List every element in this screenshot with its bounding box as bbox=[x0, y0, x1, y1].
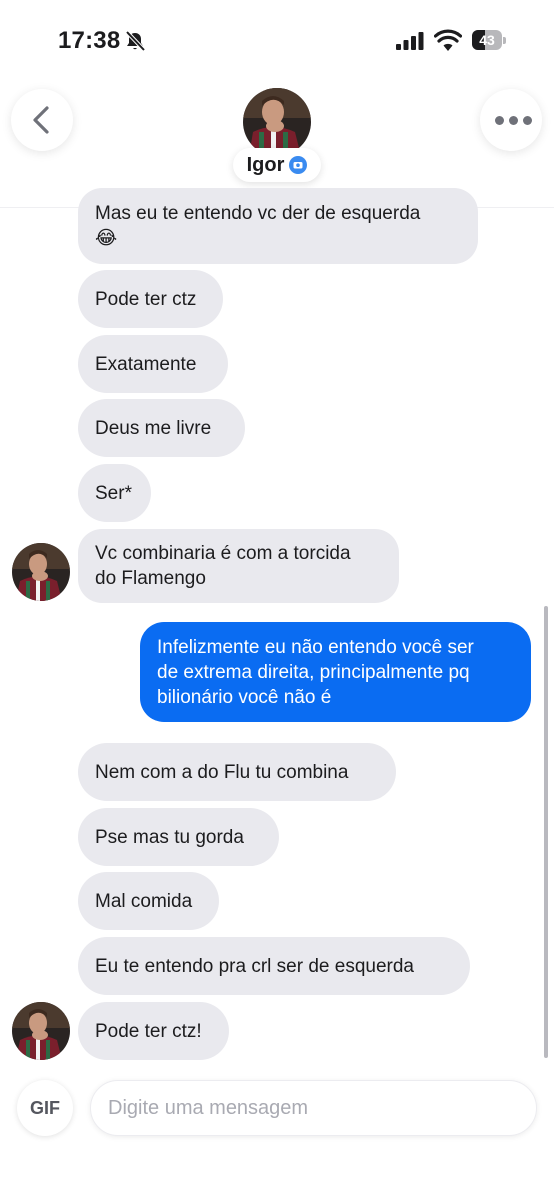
message-text: Vc combinaria é com a torcida do Flameng… bbox=[95, 543, 351, 589]
message-text: Infelizmente eu não entendo você ser de … bbox=[157, 636, 474, 708]
message-text: Pse mas tu gorda bbox=[95, 826, 244, 848]
scrollbar[interactable] bbox=[544, 606, 548, 1058]
bell-slash-icon bbox=[125, 30, 146, 52]
message-bubble-incoming[interactable]: Ser* bbox=[78, 464, 151, 522]
message-bubble-incoming[interactable]: Exatamente bbox=[78, 335, 228, 393]
status-time: 17:38 bbox=[58, 27, 121, 54]
wifi-icon bbox=[434, 29, 462, 51]
message-bubble-incoming[interactable]: Eu te entendo pra crl ser de esquerda bbox=[78, 937, 470, 995]
message-bubble-incoming[interactable]: Nem com a do Flu tu combina bbox=[78, 743, 396, 801]
chevron-left-icon bbox=[33, 106, 49, 134]
message-text: Eu te entendo pra crl ser de esquerda bbox=[95, 955, 414, 977]
cellular-signal-icon bbox=[396, 32, 424, 50]
more-dots-icon bbox=[495, 116, 532, 125]
message-bubble-incoming[interactable]: Deus me livre bbox=[78, 399, 245, 457]
message-text: Nem com a do Flu tu combina bbox=[95, 761, 349, 783]
message-text: Exatamente bbox=[95, 353, 197, 375]
contact-name-pill[interactable]: Igor bbox=[233, 148, 321, 182]
message-bubble-incoming[interactable]: Mal comida bbox=[78, 872, 219, 930]
contact-avatar[interactable] bbox=[243, 88, 311, 156]
contact-avatar-small[interactable] bbox=[12, 1002, 70, 1060]
message-bubble-incoming[interactable]: Pse mas tu gorda bbox=[78, 808, 279, 866]
more-options-button[interactable] bbox=[480, 89, 542, 151]
message-text: Pode ter ctz bbox=[95, 288, 197, 310]
message-text: Deus me livre bbox=[95, 417, 212, 439]
message-text: Pode ter ctz! bbox=[95, 1020, 202, 1042]
message-text: Mal comida bbox=[95, 890, 193, 912]
battery-level-text: 43 bbox=[479, 32, 495, 48]
gif-button[interactable]: GIF bbox=[17, 1080, 73, 1136]
message-bubble-incoming[interactable]: Vc combinaria é com a torcida do Flameng… bbox=[78, 529, 399, 603]
message-bubble-incoming[interactable]: Pode ter ctz! bbox=[78, 1002, 229, 1060]
contact-avatar-small[interactable] bbox=[12, 543, 70, 601]
verified-badge-icon bbox=[289, 156, 308, 174]
back-button[interactable] bbox=[11, 89, 73, 151]
message-bubble-outgoing[interactable]: Infelizmente eu não entendo você ser de … bbox=[140, 622, 531, 722]
status-bar: 17:38 43 bbox=[0, 0, 554, 80]
message-text: Mas eu te entendo vc der de esquerda 😂 bbox=[95, 203, 421, 249]
message-input[interactable] bbox=[90, 1080, 537, 1136]
contact-name: Igor bbox=[246, 153, 285, 176]
message-text: Ser* bbox=[95, 482, 132, 504]
message-bubble-incoming[interactable]: Pode ter ctz bbox=[78, 270, 223, 328]
message-bubble-incoming[interactable]: Mas eu te entendo vc der de esquerda 😂 bbox=[78, 188, 478, 264]
battery-indicator: 43 bbox=[472, 30, 506, 50]
